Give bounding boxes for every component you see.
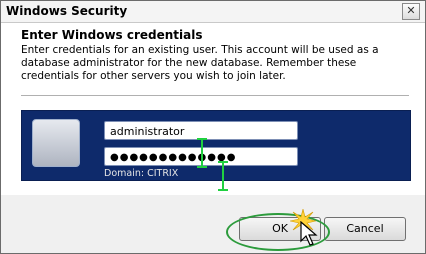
separator <box>21 95 409 96</box>
ibeam-icon <box>218 161 228 191</box>
window-title: Windows Security <box>6 4 128 18</box>
dialog-content: Enter Windows credentials Enter credenti… <box>1 23 425 195</box>
cancel-button[interactable]: Cancel <box>324 217 406 241</box>
button-bar: OK Cancel <box>1 195 425 253</box>
windows-security-dialog: Windows Security ✕ Enter Windows credent… <box>0 0 426 254</box>
domain-label: Domain: CITRIX <box>104 168 179 179</box>
user-tile-icon <box>32 119 80 167</box>
ibeam-icon <box>197 138 207 168</box>
dialog-heading: Enter Windows credentials <box>21 28 203 42</box>
title-bar: Windows Security ✕ <box>1 1 425 23</box>
close-button[interactable]: ✕ <box>402 3 420 20</box>
dialog-description: Enter credentials for an existing user. … <box>21 44 379 82</box>
close-icon: ✕ <box>406 4 416 17</box>
credential-panel: administrator ●●●●●●●●●●●●● Domain: CITR… <box>21 110 411 191</box>
mouse-pointer-icon <box>300 221 318 246</box>
